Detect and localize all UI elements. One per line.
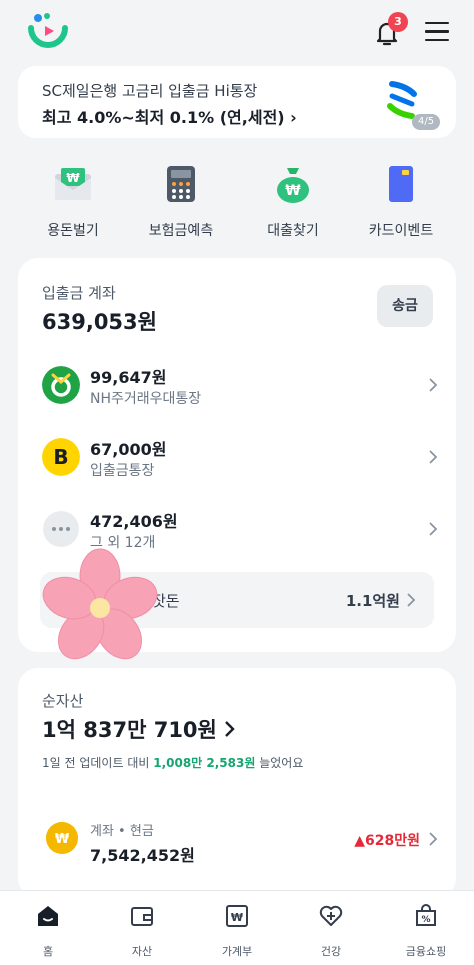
tab-health[interactable]: 건강	[291, 903, 371, 959]
quick-menu: ₩ 용돈벌기 보험금예측 ₩ 대출찾기 카드이벤트	[18, 158, 456, 240]
chevron-right-icon	[429, 832, 438, 846]
menu-icon[interactable]	[425, 22, 449, 42]
tab-label: 금융쇼핑	[405, 945, 447, 958]
account-amount: 472,406원	[90, 512, 178, 531]
quick-item-label: 용돈벌기	[47, 223, 99, 239]
quick-item-label: 대출찾기	[267, 223, 319, 239]
nh-bank-icon	[42, 366, 80, 404]
net-assets-total[interactable]: 1억 837만 710원	[42, 714, 217, 744]
top-bar: 3	[0, 0, 474, 62]
update-value: 1,008만 2,583원	[153, 756, 256, 770]
chevron-right-icon	[407, 593, 416, 607]
account-amount: 99,647원	[90, 368, 167, 387]
health-icon	[319, 905, 343, 926]
money-envelope-icon: ₩	[55, 168, 91, 200]
svg-text:₩: ₩	[231, 911, 243, 924]
app-logo-icon	[28, 13, 68, 48]
chevron-right-icon	[429, 450, 438, 464]
banner-title: SC제일은행 고금리 입출금 Hi통장	[42, 82, 258, 100]
tab-label: 홈	[42, 945, 54, 958]
update-prefix: 1일 전 업데이트 대비	[42, 756, 154, 770]
money-bag-icon: ₩	[277, 168, 309, 203]
svg-text:₩: ₩	[285, 183, 301, 199]
tab-assets[interactable]: 자산	[102, 903, 182, 959]
send-button[interactable]: 송금	[377, 285, 433, 327]
account-name: NH주거래우대통장	[90, 391, 202, 407]
svg-text:%: %	[421, 915, 430, 925]
svg-text:₩: ₩	[66, 171, 80, 185]
sc-bank-logo-icon	[387, 81, 417, 119]
bottom-tab-bar: 홈 자산 ₩ 가계부 건강 % 금융쇼핑	[0, 890, 474, 965]
update-suffix: 늘었어요	[255, 756, 304, 770]
calculator-icon	[167, 166, 195, 202]
quick-item-allowance[interactable]: ₩ 용돈벌기	[18, 158, 128, 240]
tab-financial-shopping[interactable]: % 금융쇼핑	[386, 903, 466, 959]
banner-rate: 최고 4.0%~최저 0.1% (연,세전) ›	[42, 108, 297, 127]
net-assets-title: 순자산	[42, 692, 84, 710]
promo-banner[interactable]: SC제일은행 고금리 입출금 Hi통장 최고 4.0%~최저 0.1% (연,세…	[18, 66, 456, 138]
account-name: 입출금통장	[90, 463, 155, 479]
asset-row-cash[interactable]: ₩ 계좌 • 현금 7,542,452원 ▲628만원	[42, 816, 438, 872]
account-row-kakaobank[interactable]: B 67,000원 입출금통장	[42, 430, 438, 490]
won-coin-icon: ₩	[46, 822, 78, 854]
kakaobank-icon: B	[42, 438, 80, 476]
banner-pager: 4/5	[412, 114, 441, 130]
tab-label: 건강	[320, 945, 342, 958]
quick-item-label: 보험금예측	[148, 223, 214, 239]
tab-ledger[interactable]: ₩ 가계부	[197, 903, 277, 959]
chevron-right-icon	[429, 378, 438, 392]
tab-home[interactable]: 홈	[8, 903, 88, 959]
home-icon	[38, 906, 58, 926]
accounts-title: 입출금 계좌	[42, 284, 116, 302]
quick-item-loan[interactable]: ₩ 대출찾기	[238, 158, 348, 240]
flower-sticker-icon	[42, 548, 158, 660]
wallet-icon	[131, 907, 153, 926]
notification-badge: 3	[388, 12, 408, 32]
asset-amount: 7,542,452원	[90, 846, 195, 865]
svg-text:₩: ₩	[55, 832, 70, 847]
net-assets-card: 순자산 1억 837만 710원 1일 전 업데이트 대비 1,008만 2,5…	[18, 668, 456, 898]
account-amount: 67,000원	[90, 440, 167, 459]
quick-item-insurance[interactable]: 보험금예측	[126, 158, 236, 240]
quick-item-label: 카드이벤트	[368, 223, 434, 239]
ledger-icon: ₩	[226, 905, 248, 927]
account-row-nh[interactable]: 99,647원 NH주거래우대통장	[42, 358, 438, 418]
chevron-right-icon	[429, 522, 438, 536]
shopping-icon: %	[416, 904, 436, 926]
more-icon	[43, 511, 79, 547]
accounts-total[interactable]: 639,053원	[42, 306, 157, 336]
net-assets-update: 1일 전 업데이트 대비 1,008만 2,583원 늘었어요	[42, 754, 303, 771]
quick-item-card-event[interactable]: 카드이벤트	[346, 158, 456, 240]
tab-label: 가계부	[221, 945, 253, 958]
asset-change: ▲628만원	[354, 833, 420, 849]
card-icon	[389, 166, 413, 202]
asset-name: 계좌 • 현금	[90, 824, 154, 839]
spare-money-amount: 1.1억원	[345, 592, 400, 610]
chevron-right-icon[interactable]	[224, 720, 236, 738]
tab-label: 자산	[131, 945, 153, 958]
svg-text:B: B	[53, 445, 68, 469]
